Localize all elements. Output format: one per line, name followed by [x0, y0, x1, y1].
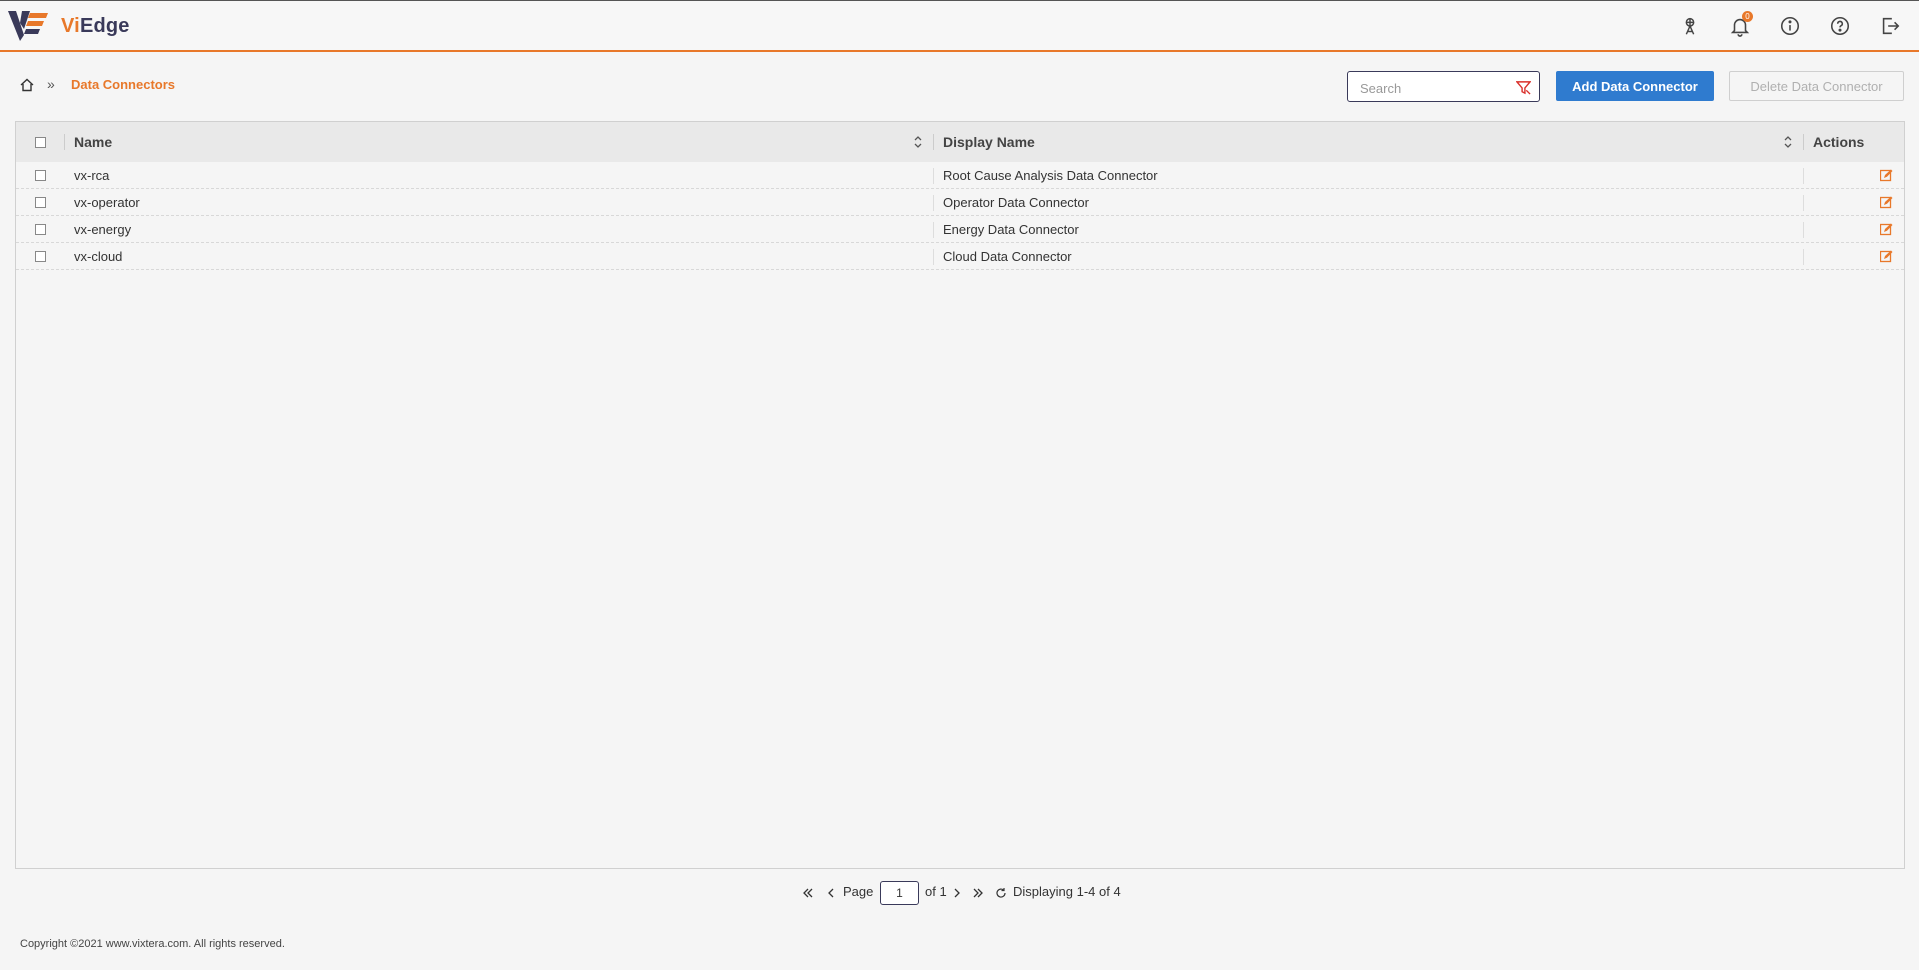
column-separator [1803, 249, 1804, 265]
brand-name: ViEdge [61, 15, 130, 38]
column-separator [933, 195, 934, 211]
table-row[interactable]: vx-operator Operator Data Connector [16, 189, 1904, 216]
row-name: vx-rca [74, 168, 110, 183]
column-separator [1803, 222, 1804, 238]
select-all-checkbox[interactable] [35, 137, 46, 148]
table-row[interactable]: vx-energy Energy Data Connector [16, 216, 1904, 243]
row-name: vx-cloud [74, 249, 123, 264]
table-row[interactable]: vx-rca Root Cause Analysis Data Connecto… [16, 162, 1904, 189]
edit-icon[interactable] [1880, 223, 1893, 236]
edit-icon[interactable] [1880, 250, 1893, 263]
notification-badge: 0 [1742, 11, 1753, 22]
column-separator [933, 222, 934, 238]
column-header-name[interactable]: Name [74, 122, 112, 162]
breadcrumb-separator: » [47, 76, 55, 92]
edit-icon[interactable] [1880, 196, 1893, 209]
edit-icon[interactable] [1880, 169, 1893, 182]
row-display-name: Energy Data Connector [943, 222, 1079, 237]
filter-icon[interactable] [1516, 80, 1531, 95]
search-input[interactable] [1358, 78, 1512, 98]
brand-suffix: Edge [79, 15, 130, 37]
column-separator [64, 134, 65, 150]
page-total-label: of 1 [925, 884, 947, 899]
row-checkbox[interactable] [35, 251, 46, 262]
page-label: Page [843, 884, 874, 899]
column-separator [1803, 134, 1804, 150]
row-checkbox[interactable] [35, 170, 46, 181]
sort-icon[interactable] [913, 135, 923, 149]
display-count-text: Displaying 1-4 of 4 [1013, 884, 1121, 899]
logout-icon[interactable] [1878, 14, 1902, 38]
delete-data-connector-button[interactable]: Delete Data Connector [1729, 71, 1904, 101]
row-checkbox[interactable] [35, 224, 46, 235]
refresh-icon[interactable] [994, 883, 1008, 903]
home-icon[interactable] [19, 77, 35, 93]
next-page-icon[interactable] [950, 883, 964, 903]
data-connectors-grid: Name Display Name Actions vx-rca Root Ca… [15, 121, 1905, 869]
last-page-icon[interactable] [971, 883, 985, 903]
add-data-connector-button[interactable]: Add Data Connector [1556, 71, 1714, 101]
bell-icon[interactable]: 0 [1728, 11, 1753, 38]
info-icon[interactable] [1778, 14, 1802, 38]
column-separator [933, 249, 934, 265]
top-header: ViEdge 0 [0, 0, 1919, 52]
brand-prefix: Vi [61, 15, 80, 37]
prev-page-icon[interactable] [824, 883, 838, 903]
satellite-icon[interactable] [1678, 14, 1702, 38]
page-number-input[interactable] [880, 881, 919, 905]
sort-icon[interactable] [1783, 135, 1793, 149]
row-checkbox[interactable] [35, 197, 46, 208]
first-page-icon[interactable] [801, 883, 815, 903]
column-separator [1803, 168, 1804, 184]
row-display-name: Operator Data Connector [943, 195, 1089, 210]
row-display-name: Root Cause Analysis Data Connector [943, 168, 1158, 183]
table-row[interactable]: vx-cloud Cloud Data Connector [16, 243, 1904, 270]
viedge-logo [8, 11, 48, 41]
grid-header: Name Display Name Actions [16, 122, 1904, 162]
breadcrumb-current: Data Connectors [71, 77, 176, 92]
row-name: vx-energy [74, 222, 132, 237]
column-header-actions: Actions [1813, 134, 1865, 150]
column-separator [1803, 195, 1804, 211]
row-name: vx-operator [74, 195, 140, 210]
column-separator [933, 134, 934, 150]
help-icon[interactable] [1828, 14, 1852, 38]
search-box [1347, 71, 1540, 102]
column-header-display-name[interactable]: Display Name [943, 122, 1035, 162]
row-display-name: Cloud Data Connector [943, 249, 1072, 264]
copyright-text: Copyright ©2021 www.vixtera.com. All rig… [20, 938, 285, 950]
column-separator [933, 168, 934, 184]
